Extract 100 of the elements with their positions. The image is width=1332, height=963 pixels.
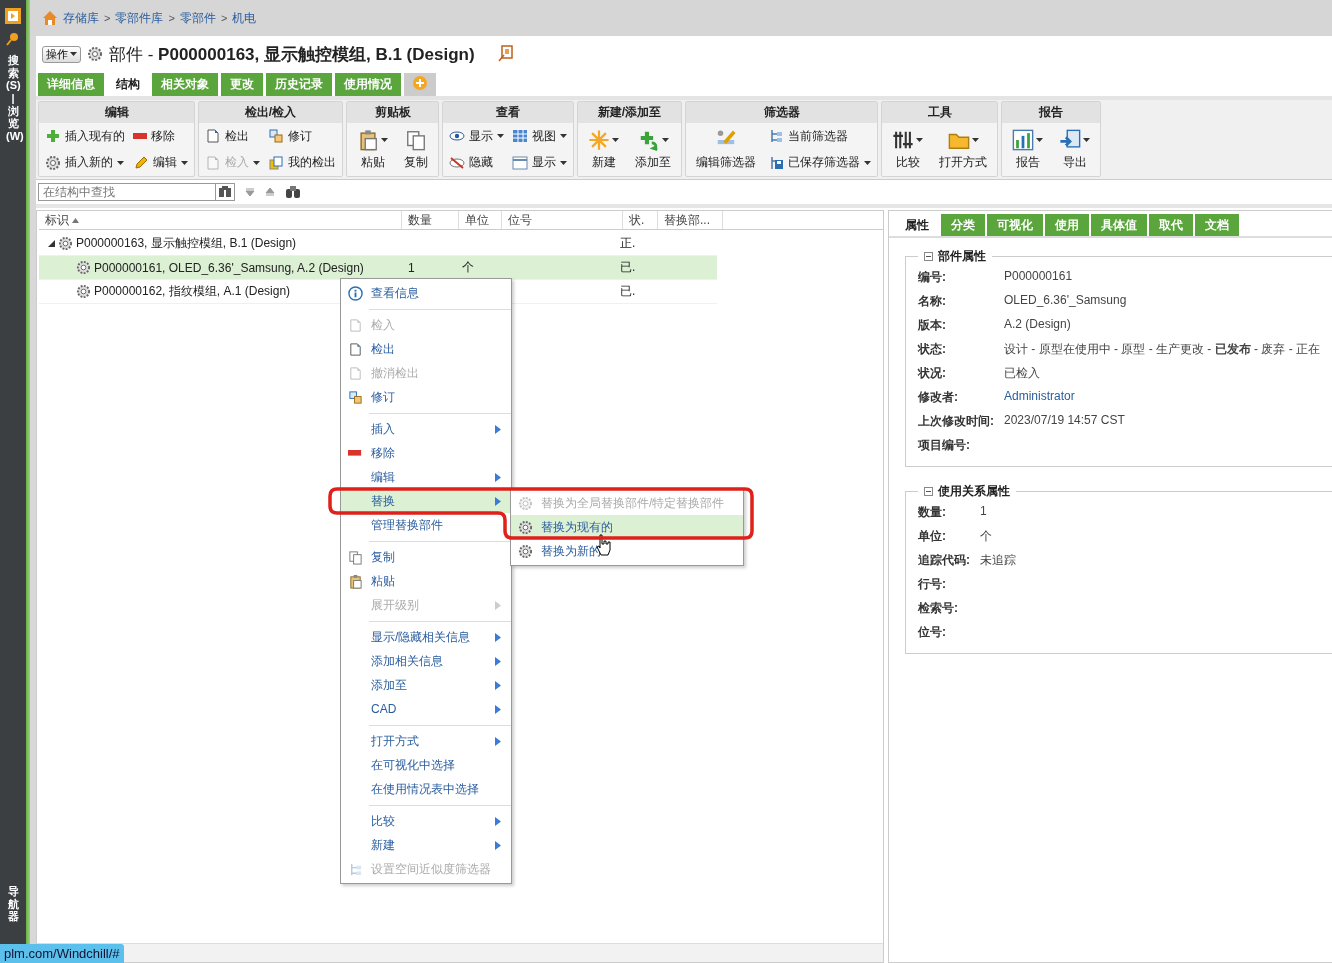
table-row[interactable]: P000000161, OLED_6.36'_Samsung, A.2 (Design) 1 个 已. xyxy=(39,256,717,280)
menu-item[interactable]: 管理替换部件 xyxy=(341,513,511,537)
search-field[interactable]: 在结构中查找 xyxy=(38,183,216,201)
menu-item[interactable]: 检出 xyxy=(341,337,511,361)
gear-icon xyxy=(517,519,533,535)
hidden-eye-icon xyxy=(449,154,465,171)
menu-item[interactable]: 新建 xyxy=(341,833,511,857)
clipboard-icon xyxy=(357,128,379,151)
breadcrumb-separator: > xyxy=(104,12,111,24)
menu-item[interactable]: 编辑 xyxy=(341,465,511,489)
caret-icon xyxy=(560,134,567,139)
toolbar-button[interactable]: 导出 xyxy=(1055,128,1094,171)
column-header[interactable]: 标识 xyxy=(39,211,402,229)
find-next-icon[interactable] xyxy=(245,187,255,197)
menu-item[interactable]: 复制 xyxy=(341,545,511,569)
field-value: 1 xyxy=(980,504,988,520)
toolbar-button[interactable]: 打开方式 xyxy=(935,128,991,171)
home-icon[interactable] xyxy=(42,10,58,26)
toolbar-button[interactable]: 显示 xyxy=(449,127,504,145)
find-icon[interactable] xyxy=(216,183,235,201)
expand-toggle-icon[interactable] xyxy=(48,240,55,247)
find-previous-icon[interactable] xyxy=(265,187,275,197)
table-cell: 正. xyxy=(620,235,636,252)
menu-item[interactable]: 比较 xyxy=(341,809,511,833)
actions-dropdown[interactable]: 操作 xyxy=(42,45,81,63)
menu-item[interactable]: 粘贴 xyxy=(341,569,511,593)
menu-item[interactable]: 替换为现有的 xyxy=(511,515,743,539)
menu-item[interactable]: 打开方式 xyxy=(341,729,511,753)
navigator-tab[interactable]: 导航器 xyxy=(6,885,20,923)
toolbar-button[interactable]: 插入现有的 xyxy=(45,127,125,145)
gear-icon xyxy=(45,154,61,171)
expand-panel-icon[interactable] xyxy=(5,8,21,24)
toolbar-button[interactable]: 已保存筛选器 xyxy=(768,154,871,172)
breadcrumb-link[interactable]: 零部件库 xyxy=(115,9,164,27)
menu-item[interactable]: 添加相关信息 xyxy=(341,649,511,673)
field-label: 追踪代码: xyxy=(918,552,971,569)
toolbar-button[interactable]: 复制 xyxy=(400,128,432,171)
toolbar-button[interactable]: 移除 xyxy=(133,127,188,145)
caret-icon xyxy=(971,137,979,142)
toolbar-button[interactable]: 当前筛选器 xyxy=(768,127,871,145)
group-title: 工具 xyxy=(882,102,997,123)
document-r-icon[interactable] xyxy=(496,45,515,63)
menu-item[interactable]: 移除 xyxy=(341,441,511,465)
field-value: 2023/07/19 14:57 CST xyxy=(1004,413,1126,429)
group-title: 查看 xyxy=(443,102,573,123)
menu-item[interactable]: 显示/隐藏相关信息 xyxy=(341,625,511,649)
caret-icon xyxy=(1083,137,1090,142)
toolbar-button[interactable]: 检出 xyxy=(205,127,260,145)
menu-item[interactable]: 查看信息 xyxy=(341,281,511,305)
field-label: 状况: xyxy=(918,365,947,382)
column-header[interactable]: 数量 xyxy=(402,211,459,229)
menu-item[interactable]: 在使用情况表中选择 xyxy=(341,777,511,801)
menu-item[interactable]: 插入 xyxy=(341,417,511,441)
toolbar-button[interactable]: 显示 xyxy=(512,154,567,172)
search-icon[interactable] xyxy=(6,32,20,46)
document-icon xyxy=(347,365,363,381)
menu-item[interactable]: 在可视化中选择 xyxy=(341,753,511,777)
toolbar-button[interactable]: 新建 xyxy=(584,128,623,171)
document-icon xyxy=(205,154,221,171)
plus-circle-icon xyxy=(412,75,428,91)
user-link[interactable]: Administrator xyxy=(1004,389,1332,406)
toolbar-button[interactable]: 隐藏 xyxy=(449,154,504,172)
add-tab-button[interactable] xyxy=(404,73,436,96)
toolbar-button[interactable]: 我的检出 xyxy=(268,154,336,172)
binoculars-icon[interactable] xyxy=(285,185,301,199)
menu-item[interactable]: CAD xyxy=(341,697,511,721)
export-icon xyxy=(1059,128,1081,151)
sparkle-icon xyxy=(588,128,610,151)
column-header[interactable]: 位号 xyxy=(502,211,623,229)
toolbar-button[interactable]: 报告 xyxy=(1008,128,1047,171)
clipboard-icon xyxy=(347,573,363,589)
field-label: 修改者: xyxy=(918,389,959,406)
breadcrumb-link[interactable]: 机电 xyxy=(232,9,257,27)
copy-icon xyxy=(347,549,363,565)
menu-item[interactable]: 添加至 xyxy=(341,673,511,697)
toolbar-button[interactable]: 添加至 xyxy=(631,128,675,171)
column-header[interactable]: 状. xyxy=(623,211,658,229)
field-label: 数量: xyxy=(918,504,947,521)
group-title: 检出/检入 xyxy=(199,102,342,123)
collapse-icon[interactable] xyxy=(924,252,933,261)
toolbar-button[interactable]: 插入新的 xyxy=(45,154,125,172)
section-title: 使用关系属性 xyxy=(938,483,1010,500)
toolbar-button[interactable]: 比较 xyxy=(888,128,927,171)
field-value: 设计 - 原型在使用中 - 原型 - 生产更改 - 已发布 - 废弃 - 正在 xyxy=(1004,341,1321,358)
toolbar-button[interactable]: 修订 xyxy=(268,127,336,145)
save-icon xyxy=(768,154,784,171)
toolbar-button[interactable]: 视图 xyxy=(512,127,567,145)
column-header[interactable]: 替换部... xyxy=(658,211,723,229)
toolbar-button[interactable]: 编辑筛选器 xyxy=(692,128,760,171)
toolbar-button[interactable]: 粘贴 xyxy=(353,128,392,171)
collapse-icon[interactable] xyxy=(924,487,933,496)
toolbar-button[interactable]: 编辑 xyxy=(133,154,188,172)
field-value: 已检入 xyxy=(1004,365,1041,382)
column-header[interactable]: 单位 xyxy=(459,211,502,229)
menu-item[interactable]: 修订 xyxy=(341,385,511,409)
group-title: 新建/添加至 xyxy=(578,102,681,123)
table-cell: P000000163, 显示触控模组, B.1 (Design) xyxy=(76,235,297,252)
table-cell: 个 xyxy=(462,259,474,276)
breadcrumb-link[interactable]: 零部件 xyxy=(179,9,216,27)
breadcrumb-link[interactable]: 存储库 xyxy=(63,9,99,27)
